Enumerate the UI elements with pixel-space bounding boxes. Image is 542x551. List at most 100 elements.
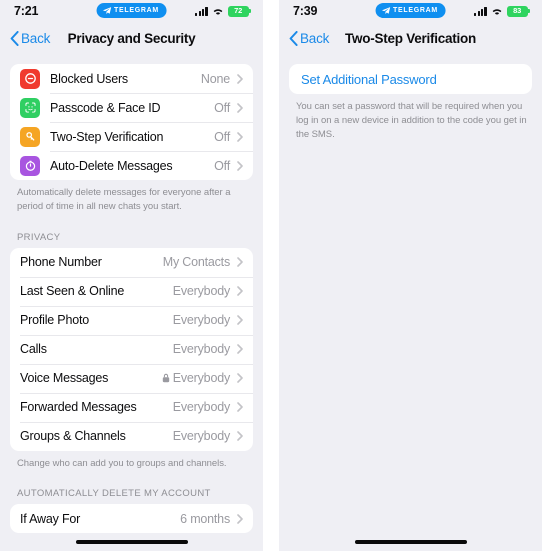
battery-level-label: 72 [234,6,243,16]
row-label: Last Seen & Online [20,284,125,299]
battery-cap [249,9,251,13]
row-value: Off [214,100,230,115]
row-value: None [200,71,230,86]
cellular-signal-icon [195,6,208,16]
chevron-right-icon [237,513,243,524]
battery-level-label: 83 [513,6,522,16]
wifi-icon [492,8,501,15]
telegram-badge-label: TELEGRAM [114,7,159,14]
row-if-away-for[interactable]: If Away For 6 months [10,504,253,533]
row-value: Everybody [172,400,230,415]
row-two-step-verification[interactable]: Two-Step Verification Off [10,122,253,151]
telegram-app-badge: TELEGRAM [96,3,167,18]
security-settings-card: Blocked Users None Passcode & Face ID Of… [10,64,253,180]
set-additional-password-label: Set Additional Password [301,71,437,87]
row-label: Phone Number [20,255,102,270]
row-label: Profile Photo [20,313,89,328]
row-value: 6 months [180,511,230,526]
row-value: Everybody [172,371,230,386]
row-value: Everybody [172,429,230,444]
back-button[interactable]: Back [289,31,329,46]
row-calls[interactable]: Calls Everybody [10,334,253,364]
row-label: If Away For [20,511,81,526]
row-label: Passcode & Face ID [50,100,161,115]
row-value: My Contacts [162,255,230,270]
battery-body: 83 [506,5,528,17]
row-value: Off [214,129,230,144]
screen-divider [263,0,279,551]
row-label: Two-Step Verification [50,129,164,144]
chevron-right-icon [237,257,243,267]
back-button-label: Back [300,31,330,46]
navigation-bar: Back Privacy and Security [0,22,263,55]
paper-plane-icon [102,7,111,15]
row-profile-photo[interactable]: Profile Photo Everybody [10,305,253,335]
security-group-footnote: Automatically delete messages for everyo… [17,187,231,212]
chevron-right-icon [237,102,243,113]
row-value: Everybody [172,284,230,299]
key-icon [20,126,40,147]
set-password-card: Set Additional Password [289,64,532,94]
privacy-group-footnote: Change who can add you to groups and cha… [17,457,227,469]
battery-indicator: 72 [227,5,251,17]
status-bar-time: 7:39 [293,4,318,18]
set-additional-password-button[interactable]: Set Additional Password [289,64,532,94]
battery-indicator: 83 [506,5,530,17]
auto-delete-timer-icon [20,155,40,176]
row-auto-delete-messages[interactable]: Auto-Delete Messages Off [10,151,253,180]
chevron-left-icon [289,31,298,46]
face-id-icon [20,97,40,118]
chevron-right-icon [237,431,243,441]
cellular-signal-icon [474,6,487,16]
back-button[interactable]: Back [10,31,50,46]
auto-delete-section-header: AUTOMATICALLY DELETE MY ACCOUNT [17,488,211,500]
paper-plane-icon [381,7,390,15]
privacy-settings-card: Phone Number My Contacts Last Seen & Onl… [10,247,253,451]
privacy-section-header: PRIVACY [17,231,61,243]
row-label: Blocked Users [50,71,128,86]
row-label: Groups & Channels [20,429,126,444]
battery-body: 72 [227,5,249,17]
lock-icon [162,373,169,383]
back-button-label: Back [21,31,51,46]
dual-phone-screenshot: 7:21 TELEGRAM 72 Back Privacy and Securi… [0,0,542,551]
auto-delete-card: If Away For 6 months [10,504,253,534]
chevron-left-icon [10,31,19,46]
chevron-right-icon [237,286,243,296]
row-phone-number[interactable]: Phone Number My Contacts [10,248,253,277]
row-passcode-face-id[interactable]: Passcode & Face ID Off [10,93,253,122]
status-bar-indicators: 83 [474,5,530,17]
battery-cap [528,9,530,13]
row-last-seen-online[interactable]: Last Seen & Online Everybody [10,276,253,306]
status-bar-indicators: 72 [195,5,251,17]
row-value: Off [214,158,230,173]
status-bar: 7:39 TELEGRAM 83 [279,0,542,22]
chevron-right-icon [237,402,243,412]
chevron-right-icon [237,131,243,142]
chevron-right-icon [237,73,243,84]
chevron-right-icon [237,373,243,383]
row-value-group: Everybody [162,371,230,385]
settings-content: Blocked Users None Passcode & Face ID Of… [0,55,263,551]
row-blocked-users[interactable]: Blocked Users None [10,64,253,93]
password-group-footnote: You can set a password that will be requ… [296,101,527,140]
chevron-right-icon [237,160,243,171]
row-voice-messages[interactable]: Voice Messages Everybody [10,363,253,393]
navigation-bar: Back Two-Step Verification [279,22,542,55]
left-phone-screen: 7:21 TELEGRAM 72 Back Privacy and Securi… [0,0,263,551]
row-forwarded-messages[interactable]: Forwarded Messages Everybody [10,392,253,422]
row-value: Everybody [172,342,230,357]
row-value: Everybody [172,313,230,328]
wifi-icon [213,8,222,15]
two-step-content: Set Additional Password You can set a pa… [279,55,542,551]
row-groups-channels[interactable]: Groups & Channels Everybody [10,421,253,451]
telegram-badge-label: TELEGRAM [393,7,438,14]
telegram-app-badge: TELEGRAM [375,3,446,18]
chevron-right-icon [237,344,243,354]
row-label: Voice Messages [20,371,109,386]
chevron-right-icon [237,315,243,325]
row-label: Calls [20,342,47,357]
block-user-icon [20,68,40,89]
row-label: Auto-Delete Messages [50,158,173,173]
row-label: Forwarded Messages [20,400,137,415]
